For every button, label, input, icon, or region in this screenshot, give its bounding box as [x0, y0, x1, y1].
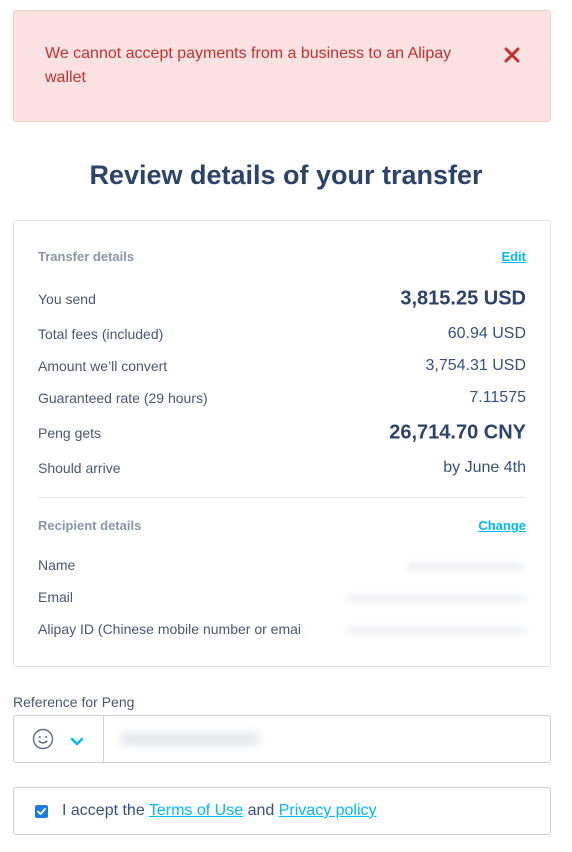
edit-link[interactable]: Edit [501, 247, 526, 267]
redacted-reference-text [120, 732, 260, 746]
page-title: Review details of your transfer [89, 160, 483, 190]
terms-acceptance: I accept the Terms of Use and Privacy po… [13, 787, 551, 835]
row-label: Total fees (included) [38, 326, 164, 342]
row-label: Should arrive [38, 460, 121, 476]
rate-value: 7.11575 [469, 389, 526, 406]
divider [38, 497, 526, 498]
terms-checkbox[interactable] [35, 805, 48, 818]
convert-amount: 3,754.31 USD [425, 357, 526, 374]
terms-of-use-link[interactable]: Terms of Use [149, 802, 243, 819]
row-label: Guaranteed rate (29 hours) [38, 390, 208, 406]
row-label: Email [38, 589, 74, 605]
row-label: Amount we’ll convert [38, 358, 168, 374]
reference-field [13, 715, 551, 763]
details-card: Transfer details Edit You send 3,815.25 … [13, 220, 551, 667]
terms-prefix: I accept the [62, 802, 145, 819]
rate-row: Guaranteed rate (29 hours) 7.11575 [38, 386, 526, 410]
recipient-details-header: Recipient details Change [38, 516, 526, 536]
row-label: You send [38, 291, 96, 307]
terms-conjunction: and [247, 802, 275, 819]
arrival-row: Should arrive by June 4th [38, 456, 526, 480]
error-message: We cannot accept payments from a busines… [45, 45, 452, 86]
redacted-email [346, 595, 526, 603]
fees-row: Total fees (included) 60.94 USD [38, 322, 526, 346]
privacy-policy-link[interactable]: Privacy policy [279, 802, 377, 819]
reference-label: Reference for Peng [13, 694, 135, 710]
close-icon[interactable] [500, 43, 524, 67]
arrival-date: by June 4th [443, 459, 526, 476]
row-label: Alipay ID (Chinese mobile number or emai… [38, 621, 309, 637]
emoji-picker-button[interactable] [14, 716, 104, 762]
redacted-recipient-values [302, 539, 542, 643]
terms-text: I accept the Terms of Use and Privacy po… [62, 801, 377, 821]
transfer-details-title: Transfer details [38, 249, 135, 264]
you-send-row: You send 3,815.25 USD [38, 287, 526, 311]
row-label: Peng gets [38, 425, 102, 441]
recipient-gets-row: Peng gets 26,714.70 CNY [38, 421, 526, 445]
change-link[interactable]: Change [478, 516, 526, 536]
convert-row: Amount we’ll convert 3,754.31 USD [38, 354, 526, 378]
transfer-details-header: Transfer details Edit [38, 247, 526, 267]
chevron-down-icon [70, 734, 84, 752]
smiley-icon [32, 728, 54, 755]
row-label: Name [38, 557, 76, 573]
redacted-alipay-id [346, 627, 526, 635]
recipient-details-title: Recipient details [38, 518, 142, 533]
fees-amount: 60.94 USD [447, 325, 526, 342]
redacted-name [406, 563, 524, 571]
recipient-gets-amount: 26,714.70 CNY [389, 421, 526, 444]
you-send-amount: 3,815.25 USD [400, 287, 526, 310]
error-banner: We cannot accept payments from a busines… [13, 10, 551, 122]
checkmark-icon [37, 808, 46, 815]
